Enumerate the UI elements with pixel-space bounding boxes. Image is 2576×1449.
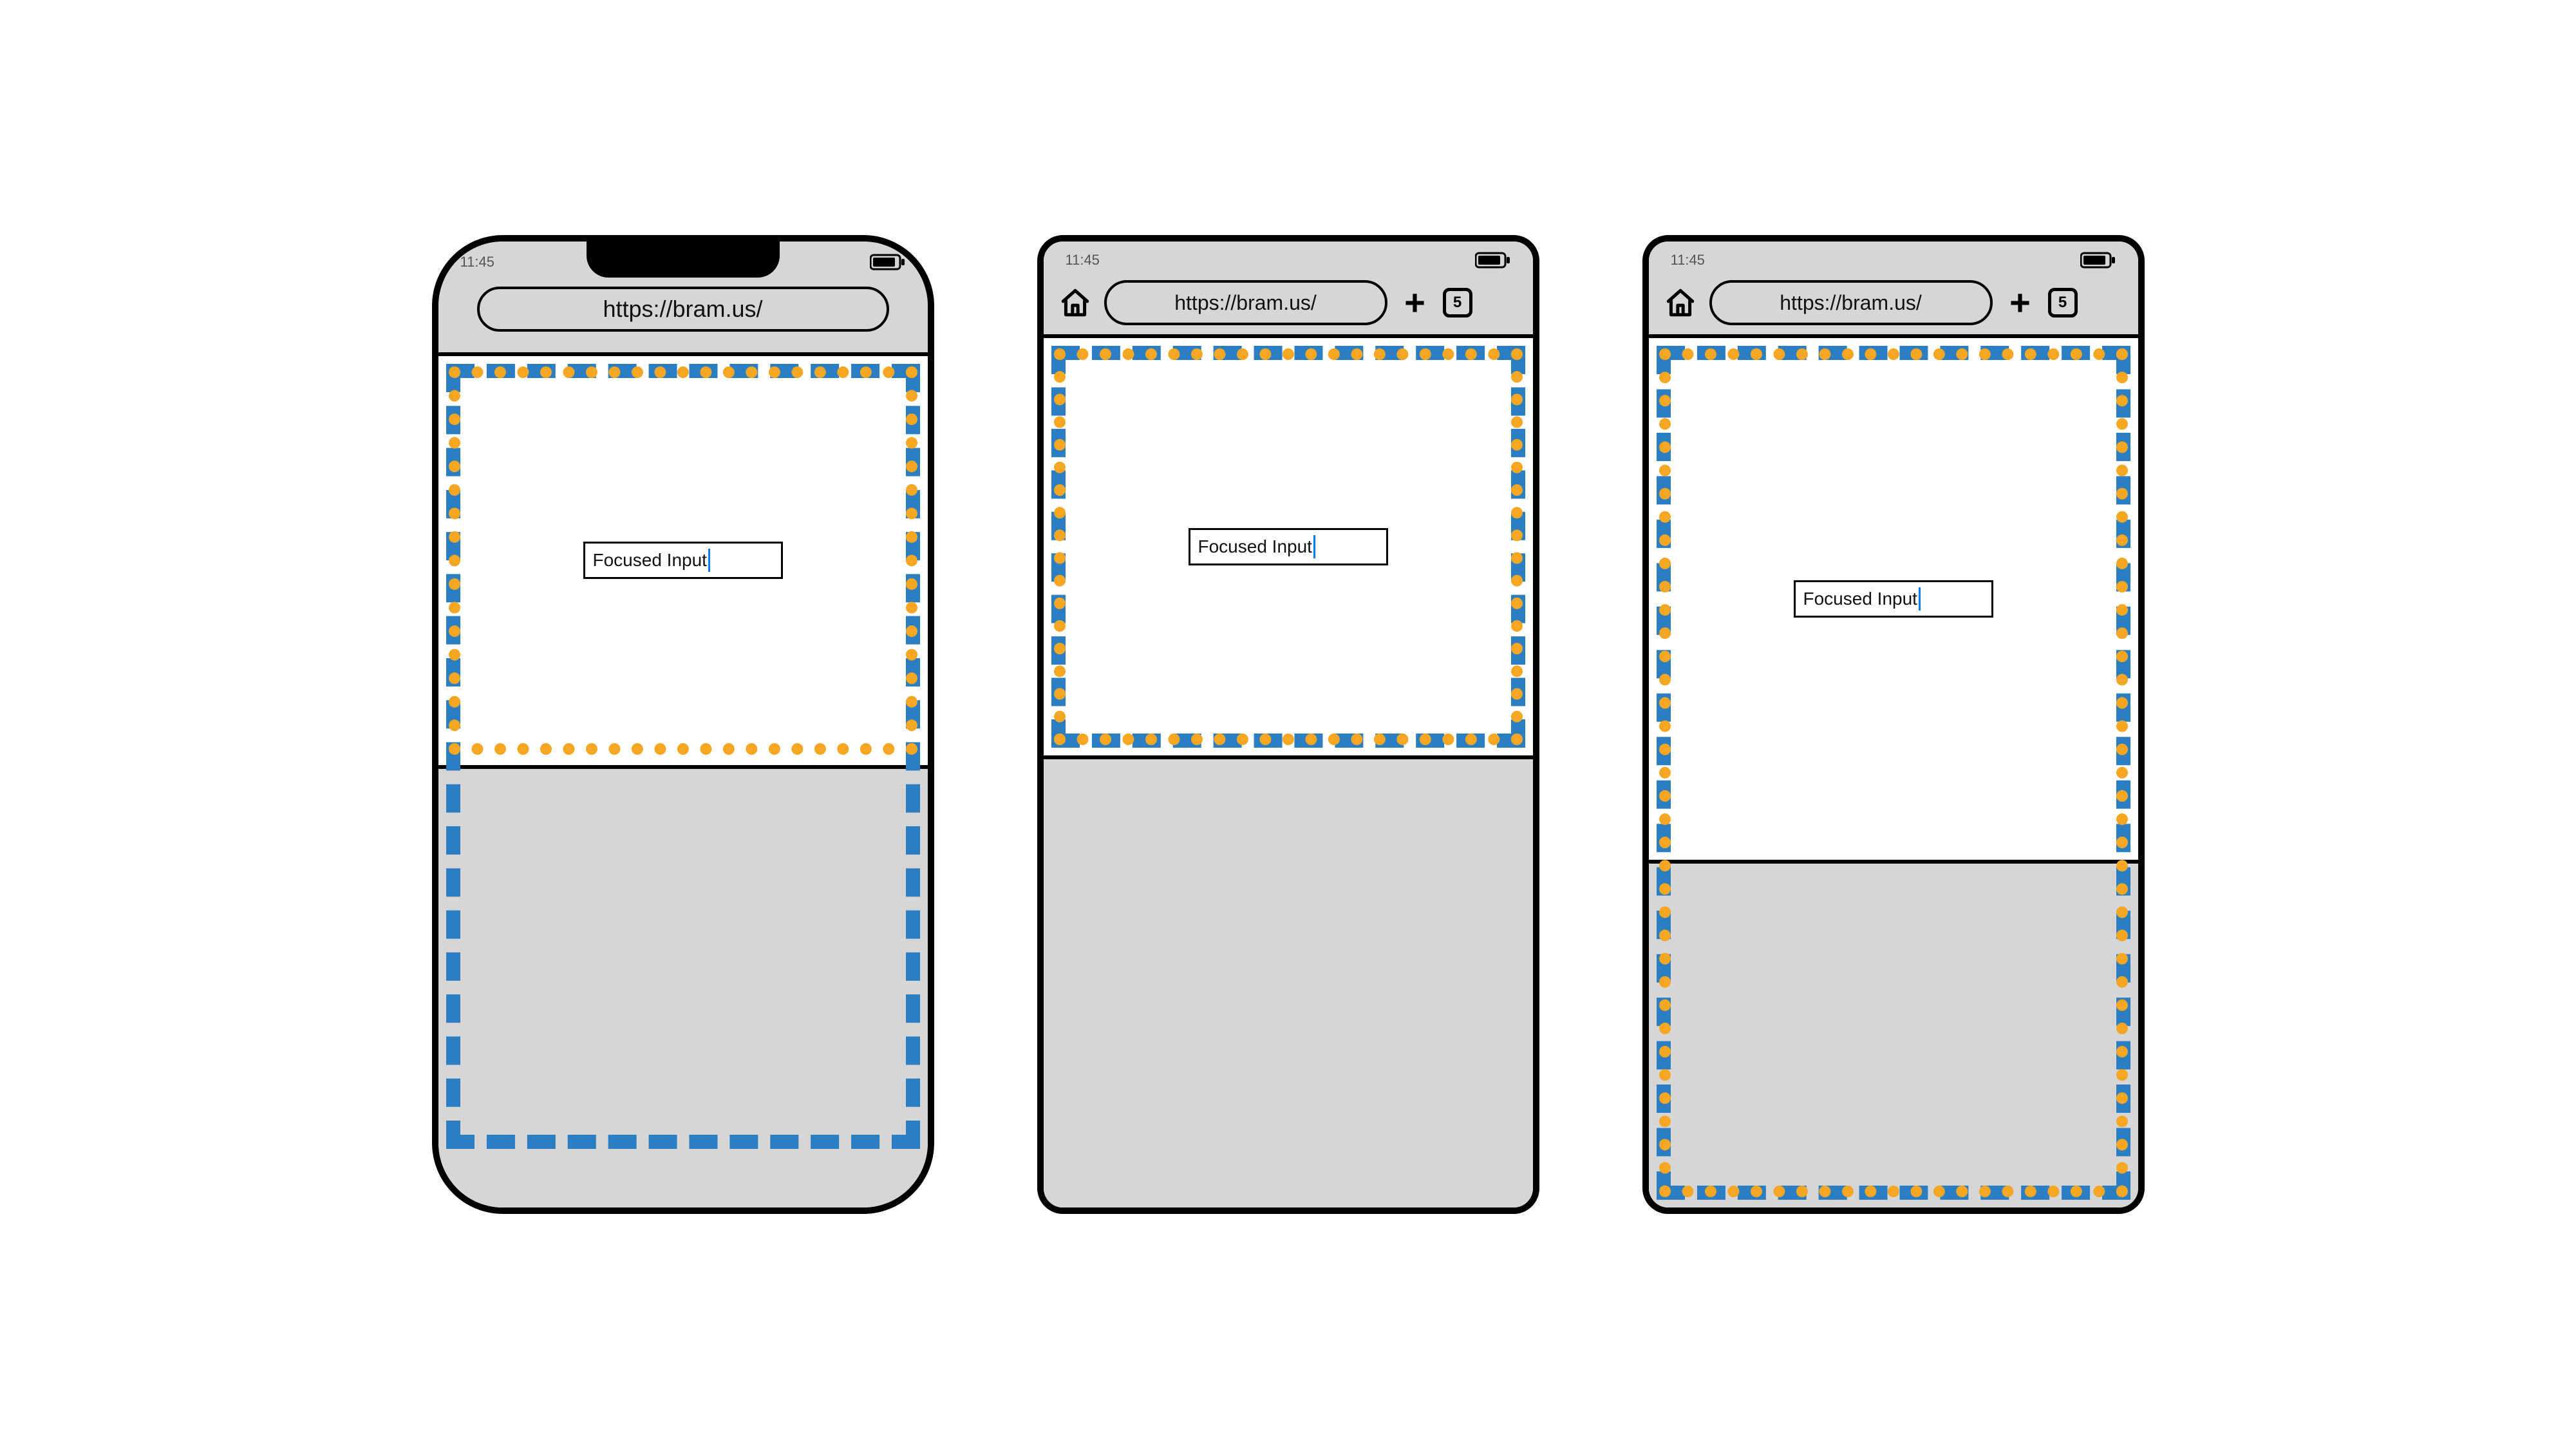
input-value: Focused Input — [593, 550, 707, 571]
device-frame-1: 11:45 https://bram.us/Focused Input — [432, 235, 934, 1214]
content-area: Focused Input — [438, 356, 928, 1208]
address-row: https://bram.us/ +5 — [1649, 274, 2138, 332]
address-bar[interactable]: https://bram.us/ — [1104, 280, 1387, 325]
browser-chrome: 11:45 https://bram.us/ +5 — [1649, 242, 2138, 338]
status-bar: 11:45 — [1649, 242, 2138, 274]
tab-count-badge[interactable]: 5 — [1443, 288, 1472, 317]
webpage-viewport: Focused Input — [438, 356, 928, 765]
device-frame-2: 11:45 https://bram.us/ +5 Focused Input — [1037, 235, 1539, 1214]
virtual-keyboard — [1649, 860, 2138, 1208]
focused-input[interactable]: Focused Input — [1189, 528, 1388, 565]
webpage-viewport: Focused Input — [1044, 338, 1533, 755]
input-value: Focused Input — [1803, 589, 1917, 609]
text-caret — [1313, 535, 1315, 558]
address-row: https://bram.us/ +5 — [1044, 274, 1533, 332]
url-text: https://bram.us/ — [603, 296, 762, 323]
address-bar[interactable]: https://bram.us/ — [1709, 280, 1993, 325]
text-caret — [708, 549, 710, 572]
url-text: https://bram.us/ — [1174, 291, 1317, 315]
webpage-viewport: Focused Input — [1649, 338, 2138, 860]
content-area: Focused Input — [1044, 338, 1533, 1208]
status-bar: 11:45 — [1044, 242, 1533, 274]
battery-icon — [870, 253, 906, 271]
virtual-keyboard — [1044, 755, 1533, 1208]
virtual-keyboard — [438, 765, 928, 1208]
home-icon[interactable] — [1664, 287, 1697, 319]
text-caret — [1919, 587, 1921, 611]
address-bar[interactable]: https://bram.us/ — [477, 287, 889, 332]
url-text: https://bram.us/ — [1780, 291, 1922, 315]
device-frame-3: 11:45 https://bram.us/ +5 Focused Input — [1642, 235, 2145, 1214]
home-icon[interactable] — [1059, 287, 1091, 319]
address-row: https://bram.us/ — [438, 274, 928, 345]
focused-input[interactable]: Focused Input — [1794, 580, 1993, 618]
battery-icon — [2080, 251, 2116, 269]
browser-chrome: 11:45 https://bram.us/ +5 — [1044, 242, 1533, 338]
new-tab-icon[interactable]: + — [1400, 285, 1430, 321]
content-area: Focused Input — [1649, 338, 2138, 1208]
battery-icon — [1475, 251, 1511, 269]
new-tab-icon[interactable]: + — [2006, 285, 2035, 321]
notch — [587, 239, 780, 278]
input-value: Focused Input — [1198, 536, 1312, 557]
status-time: 11:45 — [1066, 252, 1100, 269]
focused-input[interactable]: Focused Input — [583, 542, 783, 579]
tab-count-badge[interactable]: 5 — [2048, 288, 2078, 317]
status-time: 11:45 — [1671, 252, 1705, 269]
status-time: 11:45 — [460, 254, 494, 270]
